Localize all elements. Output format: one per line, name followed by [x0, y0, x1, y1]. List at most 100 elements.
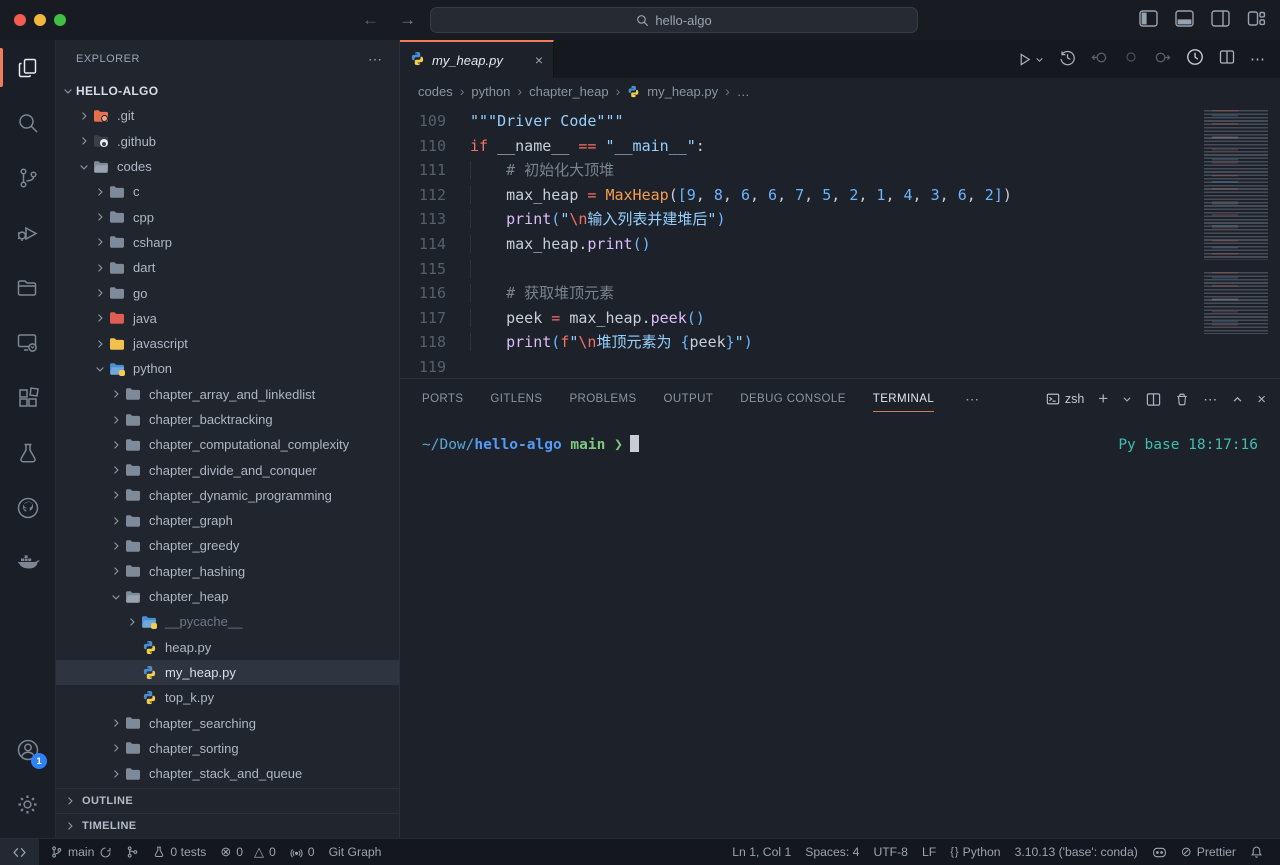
tree-item[interactable]: chapter_sorting [56, 736, 399, 761]
tree-item[interactable]: chapter_graph [56, 508, 399, 533]
cursor-position[interactable]: Ln 1, Col 1 [725, 839, 798, 865]
kill-terminal-icon[interactable] [1175, 392, 1189, 407]
nav-forward-icon[interactable]: → [399, 10, 416, 30]
breadcrumb[interactable]: codes› python› chapter_heap› my_heap.py›… [400, 78, 1280, 104]
project-manager-icon[interactable] [0, 260, 55, 315]
prettier-indicator[interactable]: ⊘ Prettier [1174, 839, 1243, 865]
testing-icon[interactable] [0, 425, 55, 480]
panel-tab-output[interactable]: OUTPUT [664, 379, 714, 419]
tree-item[interactable]: cpp [56, 204, 399, 229]
tree-item[interactable]: __pycache__ [56, 609, 399, 634]
tree-item[interactable]: chapter_divide_and_conquer [56, 457, 399, 482]
terminal-content[interactable]: ~/Dow/hello-algo main ❯ Py base 18:17:16 [400, 419, 1280, 838]
problems-indicator[interactable]: ⊗ 0 △ 0 [213, 839, 282, 865]
explorer-icon[interactable] [0, 40, 55, 95]
git-graph-item[interactable]: Git Graph [322, 839, 389, 865]
nav-back-icon[interactable]: ← [362, 10, 379, 30]
explorer-more-actions-icon[interactable]: ⋯ [368, 51, 383, 68]
panel-tab-terminal[interactable]: TERMINAL [873, 379, 934, 419]
zoom-window-button[interactable] [54, 14, 66, 26]
code-editor[interactable]: 109"""Driver Code"""110if __name__ == "_… [400, 104, 1280, 378]
file-tree[interactable]: HELLO-ALGO.git.githubcodesccppcsharpdart… [56, 78, 399, 788]
gitlens-forward-icon[interactable] [1154, 49, 1171, 70]
tree-item[interactable]: go [56, 280, 399, 305]
tree-item[interactable]: chapter_searching [56, 710, 399, 735]
branch-indicator[interactable]: main [43, 839, 119, 865]
tab-my-heap[interactable]: my_heap.py × [400, 40, 554, 78]
tree-item[interactable]: codes [56, 154, 399, 179]
breadcrumb-python[interactable]: python [471, 84, 510, 99]
python-interpreter[interactable]: 3.10.13 ('base': conda) [1008, 839, 1145, 865]
tree-item[interactable]: chapter_heap [56, 584, 399, 609]
toggle-secondary-sidebar-icon[interactable] [1211, 10, 1230, 27]
customize-layout-icon[interactable] [1247, 10, 1266, 27]
gitlens-compare-icon[interactable] [1123, 49, 1139, 69]
git-graph-status-icon[interactable] [119, 839, 146, 865]
eol-indicator[interactable]: LF [915, 839, 943, 865]
editor-more-actions-icon[interactable]: ⋯ [1250, 50, 1266, 68]
panel-more-actions-icon[interactable]: ⋯ [1203, 391, 1218, 408]
outline-section[interactable]: OUTLINE [56, 788, 399, 813]
split-terminal-icon[interactable] [1146, 392, 1161, 407]
source-control-icon[interactable] [0, 150, 55, 205]
toggle-primary-sidebar-icon[interactable] [1139, 10, 1158, 27]
tree-item[interactable]: javascript [56, 331, 399, 356]
copilot-icon[interactable] [1145, 839, 1174, 865]
breadcrumb-symbol[interactable]: … [737, 84, 750, 99]
language-mode[interactable]: { } Python [943, 839, 1007, 865]
breadcrumb-file[interactable]: my_heap.py [647, 84, 718, 99]
search-view-icon[interactable] [0, 95, 55, 150]
tree-item[interactable]: python [56, 356, 399, 381]
tree-item[interactable]: chapter_computational_complexity [56, 432, 399, 457]
terminal-profile[interactable]: zsh [1046, 392, 1084, 406]
maximize-panel-icon[interactable] [1232, 394, 1243, 405]
tree-item[interactable]: HELLO-ALGO [56, 78, 399, 103]
ports-indicator[interactable]: 0 [283, 839, 322, 865]
panel-tabs-more-icon[interactable]: ⋯ [965, 391, 980, 408]
tree-item[interactable]: c [56, 179, 399, 204]
tree-item[interactable]: chapter_dynamic_programming [56, 483, 399, 508]
command-center-search[interactable]: hello-algo [430, 7, 918, 33]
run-debug-icon[interactable] [0, 205, 55, 260]
remote-explorer-icon[interactable] [0, 315, 55, 370]
breadcrumb-chapter-heap[interactable]: chapter_heap [529, 84, 609, 99]
tab-close-icon[interactable]: × [535, 52, 543, 68]
tree-item[interactable]: top_k.py [56, 685, 399, 710]
panel-tab-problems[interactable]: PROBLEMS [569, 379, 636, 419]
tree-item[interactable]: .git [56, 103, 399, 128]
tree-item[interactable]: dart [56, 255, 399, 280]
tree-item[interactable]: my_heap.py [56, 660, 399, 685]
tree-item[interactable]: java [56, 306, 399, 331]
notifications-bell-icon[interactable] [1243, 839, 1270, 865]
github-icon[interactable] [0, 480, 55, 535]
timeline-section[interactable]: TIMELINE [56, 813, 399, 838]
tree-item[interactable]: chapter_greedy [56, 533, 399, 558]
timeline-history-icon[interactable] [1059, 49, 1076, 70]
tree-item[interactable]: csharp [56, 230, 399, 255]
run-python-file-icon[interactable] [1017, 52, 1044, 67]
panel-tab-gitlens[interactable]: GITLENS [490, 379, 542, 419]
docker-icon[interactable] [0, 535, 55, 590]
accounts-icon[interactable]: 1 [0, 722, 55, 777]
settings-gear-icon[interactable] [0, 777, 55, 832]
toggle-panel-icon[interactable] [1175, 10, 1194, 27]
tree-item[interactable]: chapter_array_and_linkedlist [56, 382, 399, 407]
minimize-window-button[interactable] [34, 14, 46, 26]
split-editor-icon[interactable] [1219, 49, 1235, 69]
tree-item[interactable]: chapter_stack_and_queue [56, 761, 399, 786]
indentation-indicator[interactable]: Spaces: 4 [798, 839, 866, 865]
gitlens-back-icon[interactable] [1091, 49, 1108, 70]
tree-item[interactable]: chapter_hashing [56, 559, 399, 584]
breadcrumb-codes[interactable]: codes [418, 84, 453, 99]
gitlens-file-history-icon[interactable] [1186, 48, 1204, 70]
close-window-button[interactable] [14, 14, 26, 26]
panel-tab-debug-console[interactable]: DEBUG CONSOLE [740, 379, 846, 419]
extensions-icon[interactable] [0, 370, 55, 425]
tree-item[interactable]: chapter_backtracking [56, 407, 399, 432]
terminal-dropdown-icon[interactable] [1122, 394, 1132, 404]
minimap[interactable] [1198, 104, 1272, 378]
new-terminal-icon[interactable]: + [1098, 389, 1108, 409]
panel-tab-ports[interactable]: PORTS [422, 379, 463, 419]
encoding-indicator[interactable]: UTF-8 [866, 839, 915, 865]
tree-item[interactable]: heap.py [56, 635, 399, 660]
